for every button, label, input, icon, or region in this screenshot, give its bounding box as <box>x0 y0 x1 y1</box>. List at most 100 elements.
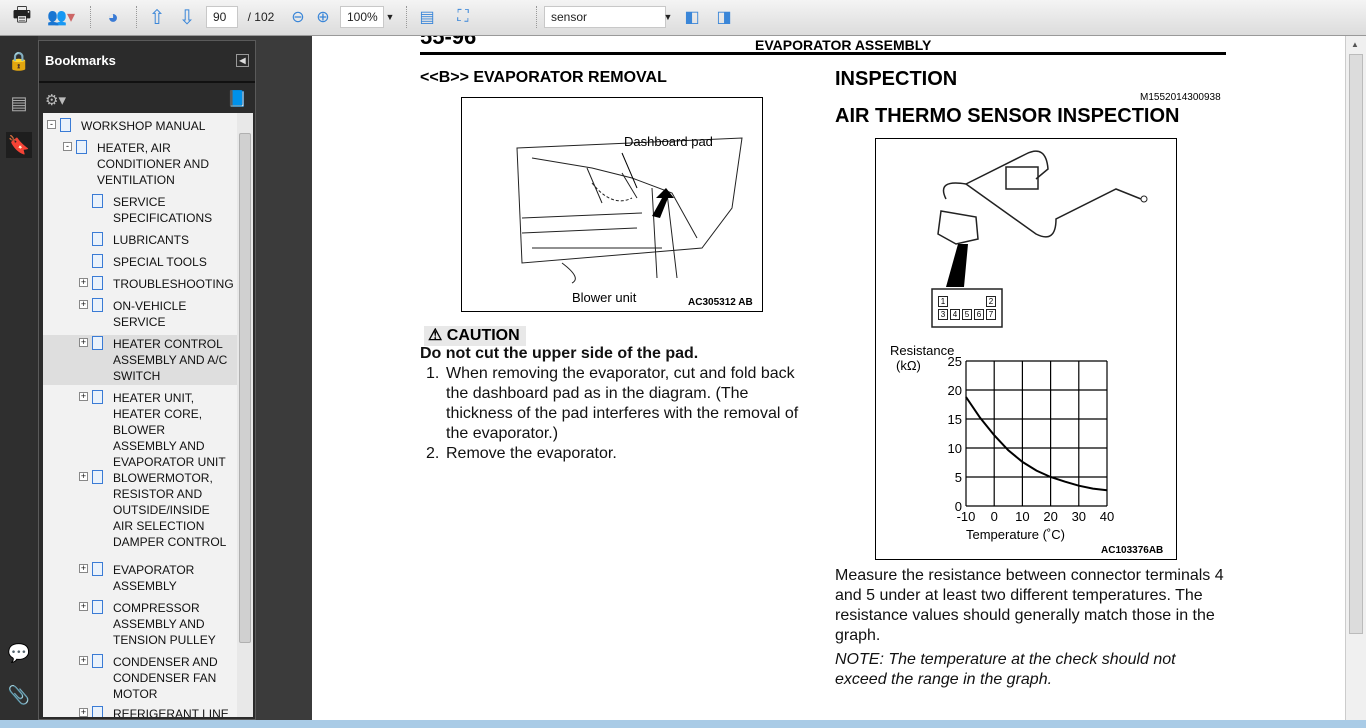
bookmark-item[interactable]: SPECIAL TOOLS <box>43 253 237 271</box>
bookmark-label: WORKSHOP MANUAL <box>81 119 206 133</box>
x-tick-label: 0 <box>991 509 998 524</box>
bookmark-item[interactable]: - WORKSHOP MANUAL <box>43 117 237 135</box>
bookmark-item[interactable]: + ON-VEHICLE SERVICE <box>43 297 237 331</box>
options-gear-icon[interactable]: ⚙▾ <box>45 91 66 109</box>
bookmark-item[interactable]: + CONDENSER AND CONDENSER FAN MOTOR <box>43 653 237 703</box>
bookmark-item[interactable]: - HEATER, AIR CONDITIONER AND VENTILATION <box>43 139 237 189</box>
bookmark-tree: - WORKSHOP MANUAL - HEATER, AIR CONDITIONER… <box>43 113 237 717</box>
expand-toggle-icon[interactable]: + <box>79 278 88 287</box>
pages-icon[interactable]: ▤ <box>6 90 32 116</box>
expand-toggle-icon[interactable]: + <box>79 300 88 309</box>
zoom-out-icon[interactable]: ⊖ <box>289 6 307 28</box>
bookmark-label: REFRIGERANT LINE <box>113 707 229 717</box>
bookmark-item[interactable]: + REFRIGERANT LINE <box>43 705 237 717</box>
find-input[interactable]: sensor <box>544 6 666 28</box>
bookmark-item[interactable]: LUBRICANTS <box>43 231 237 249</box>
collapse-toggle-icon[interactable]: - <box>63 142 72 151</box>
status-bar <box>0 720 1366 728</box>
bookmark-icon <box>60 118 71 132</box>
y-tick-label: 5 <box>955 470 962 485</box>
bookmark-label: COMPRESSOR ASSEMBLY AND TENSION PULLEY <box>113 601 216 647</box>
x-tick-label: 20 <box>1043 509 1057 524</box>
expand-toggle-icon[interactable]: + <box>79 656 88 665</box>
bookmark-label: LUBRICANTS <box>113 233 190 247</box>
figure-code: AC305312 AB <box>688 297 753 308</box>
chart-ylabel: Resistance <box>890 343 955 358</box>
y-tick-label: 20 <box>948 383 962 398</box>
bookmark-icon <box>76 140 87 154</box>
bookmark-item[interactable]: + HEATER CONTROL ASSEMBLY AND A/C SWITCH <box>43 335 237 385</box>
chart-ylabel-unit: (kΩ) <box>896 358 921 373</box>
caution-badge: ⚠ CAUTION <box>424 326 526 346</box>
lock-icon[interactable]: 🔒 <box>6 48 32 74</box>
bookmark-icon <box>92 194 103 208</box>
find-previous-icon[interactable]: ◧ <box>680 6 704 28</box>
next-page-icon[interactable]: ⇩ <box>176 6 198 29</box>
bookmarks-title: Bookmarks <box>45 53 116 68</box>
measurement-text: Measure the resistance between connector… <box>835 567 1224 644</box>
bookmark-item[interactable]: + BLOWERMOTOR, RESISTOR AND OUTSIDE/INSID… <box>43 469 237 551</box>
prev-page-icon[interactable]: ⇧ <box>146 6 168 29</box>
figure-label-dashboard-pad: Dashboard pad <box>624 134 713 149</box>
sensor-figure: 1234567 -10 0 10 20 30 40 0 5 10 15 20 25 Resistanc… <box>875 138 1177 560</box>
share-icon[interactable]: 👥▾ <box>46 6 76 28</box>
x-tick-label: 40 <box>1100 509 1114 524</box>
bookmark-item[interactable]: + TROUBLESHOOTING <box>43 275 237 293</box>
y-tick-label: 10 <box>948 441 962 456</box>
bookmark-icon <box>92 336 103 350</box>
step-2: Remove the evaporator. <box>446 445 617 462</box>
expand-toggle-icon[interactable]: + <box>79 472 88 481</box>
collapse-panel-button[interactable]: ◀ <box>236 54 249 67</box>
expand-bookmark-icon[interactable]: 📘 <box>227 89 247 109</box>
bookmark-icon <box>92 562 103 576</box>
page-number-input[interactable]: 90 <box>206 6 238 28</box>
bookmark-icon <box>92 276 103 290</box>
bookmark-item[interactable]: + COMPRESSOR ASSEMBLY AND TENSION PULLEY <box>43 599 237 649</box>
bookmark-scrollbar[interactable] <box>237 113 253 717</box>
attachments-icon[interactable]: 📎 <box>6 682 32 708</box>
document-scrollbar[interactable]: ▲ <box>1345 36 1366 720</box>
expand-toggle-icon[interactable]: + <box>79 338 88 347</box>
doc-code: M1552014300938 <box>1140 92 1221 103</box>
step-1: When removing the evaporator, cut and fo… <box>446 365 799 442</box>
zoom-select[interactable]: 100% <box>340 6 384 28</box>
sensor-inspection-heading: AIR THERMO SENSOR INSPECTION <box>835 105 1180 127</box>
fit-width-icon[interactable]: ▤ <box>416 6 438 28</box>
resistance-curve <box>965 396 1108 492</box>
evaporator-removal-figure: Dashboard pad Blower unit AC305312 AB <box>461 97 763 312</box>
bookmark-item[interactable]: + HEATER UNIT, HEATER CORE, BLOWER ASSEMB… <box>43 389 237 471</box>
y-tick-label: 0 <box>955 499 962 514</box>
bookmark-icon <box>92 298 103 312</box>
expand-toggle-icon[interactable]: + <box>79 564 88 573</box>
bookmarks-icon[interactable]: 🔖 <box>6 132 32 158</box>
bookmark-icon <box>92 654 103 668</box>
find-next-icon[interactable]: ◨ <box>712 6 736 28</box>
bookmark-item[interactable]: SERVICE SPECIFICATIONS <box>43 193 237 227</box>
security-settings-icon[interactable]: ◕ <box>98 6 128 28</box>
toolbar: 🖶 👥▾ ◕ ⇧ ⇩ 90 / 102 ⊖ ⊕ 100% ▼ ▤ ⛶ senso… <box>0 0 1366 36</box>
bookmark-item[interactable]: + EVAPORATOR ASSEMBLY <box>43 561 237 595</box>
dashboard-sketch <box>516 137 743 284</box>
find-dropdown-icon[interactable]: ▼ <box>662 6 674 28</box>
caution-text: Do not cut the upper side of the pad. <box>420 345 699 362</box>
expand-toggle-icon[interactable]: + <box>79 392 88 401</box>
bookmark-icon <box>92 390 103 404</box>
steps-list: 1. When removing the evaporator, cut and … <box>426 364 814 464</box>
collapse-toggle-icon[interactable]: - <box>47 120 56 129</box>
zoom-dropdown-icon[interactable]: ▼ <box>384 6 396 28</box>
bookmark-label: SPECIAL TOOLS <box>113 255 207 269</box>
bookmark-icon <box>92 232 103 246</box>
print-icon[interactable]: 🖶 <box>8 4 36 28</box>
navigation-pane-strip: 🔒 ▤ 🔖 💬 📎 <box>0 36 38 720</box>
scroll-up-icon: ▲ <box>1351 40 1359 49</box>
inspection-heading: INSPECTION <box>835 68 958 90</box>
zoom-in-icon[interactable]: ⊕ <box>314 6 332 28</box>
x-tick-label: 30 <box>1072 509 1086 524</box>
expand-toggle-icon[interactable]: + <box>79 602 88 611</box>
fit-page-icon[interactable]: ⛶ <box>452 6 474 28</box>
expand-toggle-icon[interactable]: + <box>79 708 88 717</box>
figure-code: AC103376AB <box>1101 545 1164 556</box>
comments-icon[interactable]: 💬 <box>6 640 32 666</box>
y-tick-label: 15 <box>948 412 962 427</box>
bookmark-label: TROUBLESHOOTING <box>113 277 234 291</box>
